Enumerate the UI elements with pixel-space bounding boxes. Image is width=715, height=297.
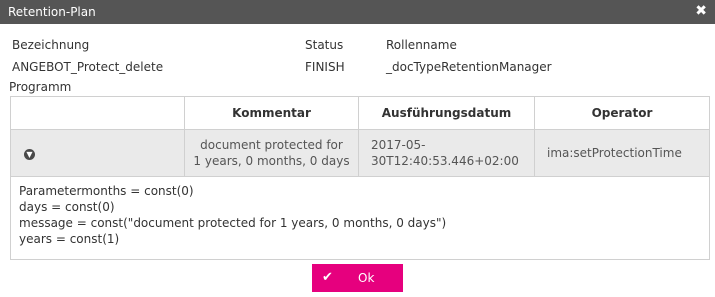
- column-header-operator: Operator: [534, 96, 710, 130]
- chevron-down-circle-icon[interactable]: ▼: [24, 149, 35, 160]
- retention-plan-dialog: Retention-Plan ✖ Bezeichnung ANGEBOT_Pro…: [0, 0, 715, 297]
- column-header-kommentar: Kommentar: [184, 96, 359, 130]
- table-header-row: Kommentar Ausführungsdatum Operator: [10, 96, 710, 130]
- ausfuehrungsdatum-cell: 2017-05- 30T12:40:53.446+02:00: [358, 129, 535, 177]
- ok-button[interactable]: ✔ Ok: [312, 264, 403, 292]
- bezeichnung-value: ANGEBOT_Protect_delete: [12, 60, 164, 74]
- rollenname-label: Rollenname: [386, 38, 457, 52]
- kommentar-cell: document protected for 1 years, 0 months…: [184, 129, 359, 177]
- parameter-line: years = const(1): [19, 232, 120, 246]
- datum-line1: 2017-05-: [371, 138, 426, 152]
- check-icon: ✔: [322, 270, 333, 285]
- bezeichnung-label: Bezeichnung: [12, 38, 90, 52]
- rollenname-value: _docTypeRetentionManager: [386, 60, 552, 74]
- programm-label: Programm: [9, 80, 72, 94]
- parameter-line: Parametermonths = const(0): [19, 184, 194, 198]
- ok-button-label: Ok: [358, 271, 375, 285]
- expand-cell: ▼: [10, 129, 185, 177]
- program-table: Kommentar Ausführungsdatum Operator ▼ do…: [10, 96, 710, 260]
- dialog-titlebar: Retention-Plan ✖: [0, 0, 715, 24]
- close-icon[interactable]: ✖: [695, 3, 707, 19]
- column-header-expand: [10, 96, 185, 130]
- parameter-line: days = const(0): [19, 200, 115, 214]
- parameter-line: message = const("document protected for …: [19, 216, 447, 230]
- parameters-cell: Parametermonths = const(0) days = const(…: [10, 176, 710, 260]
- kommentar-line1: document protected for: [200, 138, 343, 152]
- table-row[interactable]: ▼ document protected for 1 years, 0 mont…: [10, 129, 710, 177]
- dialog-title: Retention-Plan: [8, 5, 96, 19]
- operator-cell: ima:setProtectionTime: [534, 129, 710, 177]
- kommentar-line2: 1 years, 0 months, 0 days: [193, 154, 350, 168]
- status-value: FINISH: [305, 60, 345, 74]
- status-label: Status: [305, 38, 344, 52]
- column-header-ausfuehrungsdatum: Ausführungsdatum: [358, 96, 535, 130]
- table-row-detail: Parametermonths = const(0) days = const(…: [10, 176, 710, 260]
- datum-line2: 30T12:40:53.446+02:00: [371, 154, 519, 168]
- operator-value: ima:setProtectionTime: [547, 146, 682, 160]
